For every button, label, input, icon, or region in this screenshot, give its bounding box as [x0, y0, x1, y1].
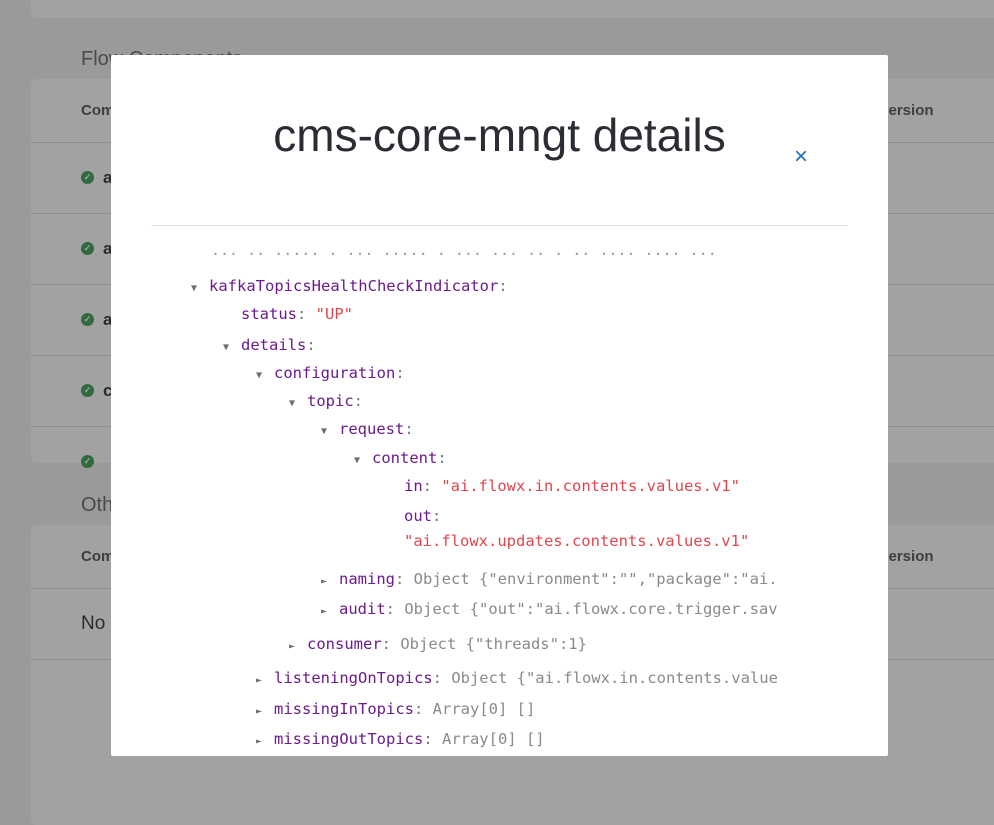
expanded-arrow-icon[interactable]: ▼ [191, 279, 209, 299]
node-key: content [372, 449, 438, 467]
tree-node-listening[interactable]: ► listeningOnTopics: Object {"ai.flowx.in… [256, 668, 800, 691]
tree-node-request[interactable]: ▼ request: [321, 419, 414, 442]
collapsed-arrow-icon[interactable]: ► [256, 671, 274, 691]
node-key: missingOutTopics [274, 730, 424, 748]
tree-node-status: status: "UP" [241, 305, 353, 323]
check-icon: ✓ [81, 384, 94, 397]
check-icon: ✓ [81, 455, 94, 468]
expanded-arrow-icon[interactable]: ▼ [223, 338, 241, 358]
node-value: "ai.flowx.in.contents.values.v1" [441, 477, 740, 495]
collapsed-arrow-icon[interactable]: ► [321, 572, 339, 592]
node-key: details [241, 336, 307, 354]
node-key: status [241, 305, 297, 323]
node-preview: Array[0] [] [432, 700, 536, 718]
json-tree[interactable]: ··· ·· ····· · ··· ····· · ··· ··· ·· · … [111, 250, 800, 756]
node-preview: Object {"environment":"","package":"ai. [413, 570, 778, 588]
tree-node-naming[interactable]: ► naming: Object {"environment":"","packa… [321, 569, 793, 592]
tree-node-out-value: "ai.flowx.updates.contents.values.v1" [404, 531, 749, 551]
node-key: missingInTopics [274, 700, 414, 718]
node-key: configuration [274, 364, 396, 382]
expanded-arrow-icon[interactable]: ▼ [289, 394, 307, 414]
close-icon[interactable]: × [791, 145, 811, 169]
tree-node-topic[interactable]: ▼ topic: [289, 391, 363, 414]
node-preview: Object {"ai.flowx.in.contents.value [451, 669, 778, 687]
collapsed-arrow-icon[interactable]: ► [256, 702, 274, 722]
node-key: out [404, 507, 432, 525]
modal-divider [151, 225, 848, 226]
tree-node-in: in: "ai.flowx.in.contents.values.v1" [404, 477, 740, 495]
tree-node-missing-out[interactable]: ► missingOutTopics: Array[0] [] [256, 729, 545, 752]
clipped-row: ··· ·· ····· · ··· ····· · ··· ··· ·· · … [211, 250, 791, 258]
collapsed-arrow-icon[interactable]: ► [289, 637, 307, 657]
node-key: listeningOnTopics [274, 669, 433, 687]
node-key: request [339, 420, 405, 438]
check-icon: ✓ [81, 242, 94, 255]
details-modal: cms-core-mngt details × ··· ·· ····· · ·… [111, 55, 888, 756]
tree-node-content[interactable]: ▼ content: [354, 448, 447, 471]
node-preview: Object {"out":"ai.flowx.core.trigger.sav [404, 600, 778, 618]
node-preview: Object {"threads":1} [400, 635, 587, 653]
tree-node-kafka[interactable]: ▼ kafkaTopicsHealthCheckIndicator: [191, 276, 508, 299]
tree-node-details[interactable]: ▼ details: [223, 335, 316, 358]
expanded-arrow-icon[interactable]: ▼ [321, 422, 339, 442]
expanded-arrow-icon[interactable]: ▼ [354, 451, 372, 471]
node-key: kafkaTopicsHealthCheckIndicator [209, 277, 499, 295]
check-icon: ✓ [81, 313, 94, 326]
tree-node-consumer[interactable]: ► consumer: Object {"threads":1} [289, 634, 587, 657]
node-key: consumer [307, 635, 382, 653]
check-icon: ✓ [81, 171, 94, 184]
node-key: naming [339, 570, 395, 588]
node-value: "ai.flowx.updates.contents.values.v1" [404, 532, 750, 550]
collapsed-arrow-icon[interactable]: ► [256, 732, 274, 752]
modal-title: cms-core-mngt details [273, 109, 726, 161]
collapsed-arrow-icon[interactable]: ► [321, 602, 339, 622]
tree-node-missing-in[interactable]: ► missingInTopics: Array[0] [] [256, 699, 535, 722]
node-key: topic [307, 392, 354, 410]
node-key: in [404, 477, 423, 495]
tree-node-audit[interactable]: ► audit: Object {"out":"ai.flowx.core.tri… [321, 599, 793, 622]
node-value: "UP" [315, 305, 353, 323]
node-preview: Array[0] [] [441, 730, 545, 748]
tree-node-configuration[interactable]: ▼ configuration: [256, 363, 405, 386]
top-card [31, 0, 994, 18]
expanded-arrow-icon[interactable]: ▼ [256, 366, 274, 386]
node-key: audit [339, 600, 386, 618]
empty-text: No [81, 613, 106, 634]
tree-node-out: out: [404, 507, 442, 525]
